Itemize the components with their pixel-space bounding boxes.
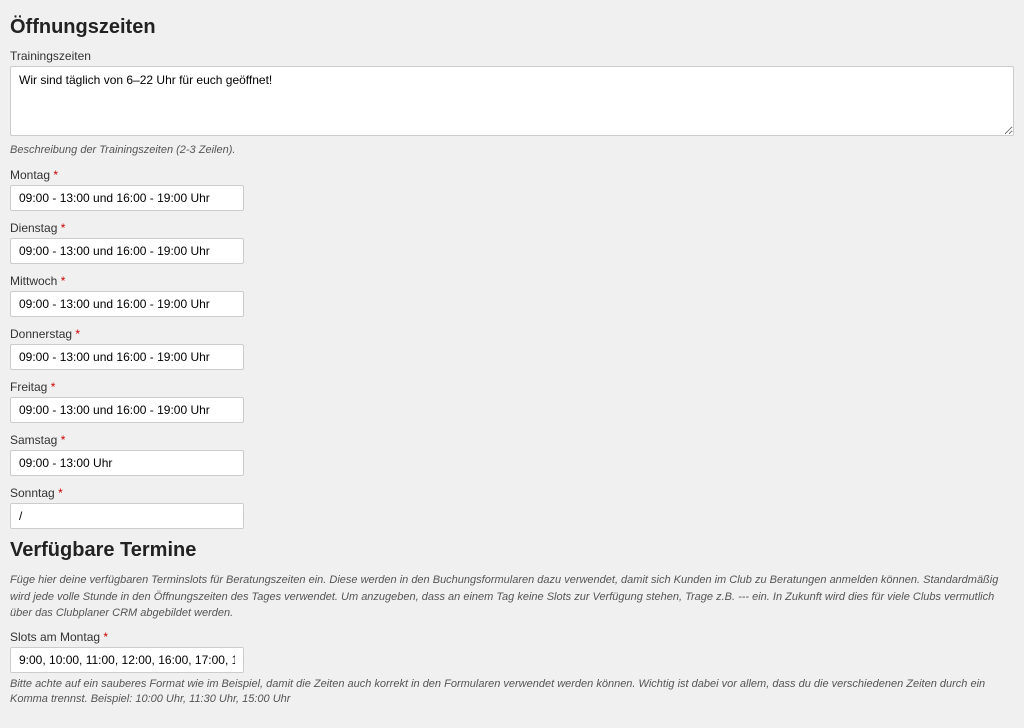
- thursday-input[interactable]: [10, 344, 244, 370]
- slot-monday-label: Slots am Montag *: [10, 630, 1014, 644]
- saturday-label: Samstag *: [10, 433, 1014, 447]
- tuesday-label: Dienstag *: [10, 221, 1014, 235]
- available-slots-heading: Verfügbare Termine: [10, 539, 1014, 562]
- slot-monday-input[interactable]: [10, 647, 244, 673]
- friday-label: Freitag *: [10, 380, 1014, 394]
- training-times-label: Trainingszeiten: [10, 49, 1014, 63]
- opening-hours-heading: Öffnungszeiten: [10, 16, 1014, 39]
- training-times-textarea[interactable]: [10, 66, 1014, 136]
- slot-monday-hint: Bitte achte auf ein sauberes Format wie …: [10, 677, 1014, 708]
- monday-label: Montag *: [10, 168, 1014, 182]
- wednesday-label: Mittwoch *: [10, 274, 1014, 288]
- tuesday-input[interactable]: [10, 238, 244, 264]
- friday-input[interactable]: [10, 397, 244, 423]
- sunday-label: Sonntag *: [10, 486, 1014, 500]
- wednesday-input[interactable]: [10, 291, 244, 317]
- training-times-hint: Beschreibung der Trainingszeiten (2-3 Ze…: [10, 143, 1014, 158]
- sunday-input[interactable]: [10, 503, 244, 529]
- saturday-input[interactable]: [10, 450, 244, 476]
- thursday-label: Donnerstag *: [10, 327, 1014, 341]
- available-slots-intro: Füge hier deine verfügbaren Terminslots …: [10, 572, 1014, 622]
- monday-input[interactable]: [10, 185, 244, 211]
